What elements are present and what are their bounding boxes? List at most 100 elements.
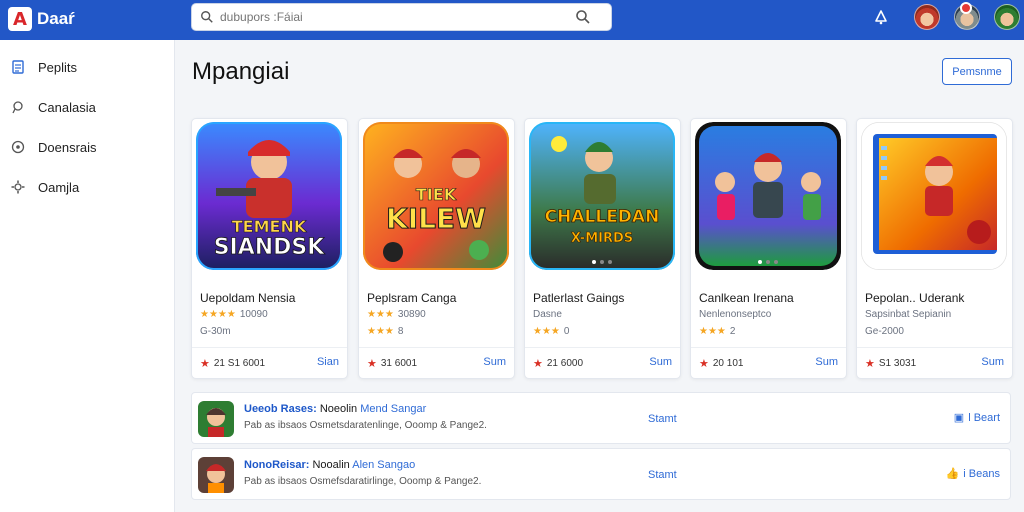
card-action-button[interactable]: Sum xyxy=(483,356,506,368)
globe-icon xyxy=(10,139,26,155)
divider xyxy=(359,347,514,348)
card-footer: ★ 21 S1 6001 xyxy=(200,357,265,370)
list-item-title: NonoReisar: Nooalin Alen Sangao xyxy=(244,459,416,471)
sidebar-item-label: Oamjla xyxy=(38,179,80,195)
bell-icon[interactable] xyxy=(872,8,890,26)
like-count: S1 3031 xyxy=(878,358,917,369)
rating-count: 10090 xyxy=(239,309,268,320)
card-action-button[interactable]: Sum xyxy=(981,356,1004,368)
list-item-link[interactable]: Stamt xyxy=(648,413,677,425)
list-item-title: Ueeob Rases: Noeolin Mend Sangar xyxy=(244,403,427,415)
rating-count: 2 xyxy=(729,326,736,337)
card-action-button[interactable]: Sian xyxy=(317,356,339,368)
save-icon: ▣ xyxy=(953,412,965,424)
sidebar-item-peplits[interactable]: Peplits xyxy=(10,54,160,80)
card-action-button[interactable]: Sum xyxy=(649,356,672,368)
primary-button[interactable]: Pemsnme xyxy=(942,58,1012,85)
card-footer: ★ S1 3031 xyxy=(865,357,916,370)
game-title: Peplsram Canga xyxy=(367,291,457,305)
avatar[interactable] xyxy=(914,4,940,30)
game-meta: Sapsinbat Sepianin xyxy=(865,309,952,320)
game-card[interactable]: TEMENK SIANDSK Uepoldam Nensia ★★★★ 10090… xyxy=(191,118,348,379)
rating-count: 0 xyxy=(563,326,570,337)
rating-count: 30890 xyxy=(397,309,426,320)
rating: ★★★ 0 xyxy=(533,326,569,337)
game-cover-image: TIEK KILEW xyxy=(363,122,509,270)
list-item-button[interactable]: ▣ l Beart xyxy=(953,411,1000,425)
top-actions xyxy=(872,2,1020,32)
gear-icon xyxy=(10,179,26,195)
game-meta: Nenlenonseptco xyxy=(699,309,772,320)
rating: ★★★ 8 xyxy=(367,326,404,337)
cover-text: KILEW xyxy=(386,202,486,235)
search-submit-icon[interactable] xyxy=(575,9,591,25)
list-item-subtitle: Pab as ibsaos Osmetsdaratenlinge, Ooomp … xyxy=(244,420,487,431)
cover-text: CHALLEDAN xyxy=(545,207,660,227)
sidebar-item-canalasia[interactable]: Canalasia xyxy=(10,94,160,120)
divider xyxy=(857,347,1012,348)
search-input[interactable] xyxy=(220,8,550,26)
list-item[interactable]: Ueeob Rases: Noeolin Mend Sangar Pab as … xyxy=(191,392,1011,444)
rating: ★★★ 30890 xyxy=(367,309,426,320)
sidebar-item-doensrais[interactable]: Doensrais xyxy=(10,134,160,160)
game-meta: Ge-2000 xyxy=(865,326,904,337)
game-card[interactable]: Pepolan.. Uderank Sapsinbat Sepianin Ge-… xyxy=(856,118,1013,379)
search-icon xyxy=(201,11,213,23)
card-footer: ★ 20 101 xyxy=(699,357,743,370)
game-title: Uepoldam Nensia xyxy=(200,291,296,305)
game-card[interactable]: TIEK KILEW Peplsram Canga ★★★ 30890 ★★★ 8 … xyxy=(358,118,515,379)
game-card[interactable]: Canlkean Irenana Nenlenonseptco ★★★ 2 ★ 20… xyxy=(690,118,847,379)
star-rating: ★★★ xyxy=(699,326,726,337)
cover-text: X-MIRDS xyxy=(571,231,633,246)
sidebar: Peplits Canalasia Doensrais Oamjla xyxy=(0,40,175,512)
star-icon: ★ xyxy=(699,358,709,370)
card-action-button[interactable]: Sum xyxy=(815,356,838,368)
thumbs-up-icon: 👍 xyxy=(945,468,960,480)
list-item-button[interactable]: 👍 i Beans xyxy=(945,467,1000,481)
game-cover-image: CHALLEDAN X-MIRDS xyxy=(529,122,675,270)
game-card[interactable]: CHALLEDAN X-MIRDS Patlerlast Gaings Dasn… xyxy=(524,118,681,379)
list-thumbnail xyxy=(198,457,234,493)
game-title: Patlerlast Gaings xyxy=(533,291,625,305)
star-icon: ★ xyxy=(533,358,543,370)
divider xyxy=(192,347,347,348)
card-footer: ★ 31 6001 xyxy=(367,357,417,370)
list-item-subtitle: Pab as ibsaos Osmefsdaratirlinge, Ooomp … xyxy=(244,476,482,487)
game-title: Pepolan.. Uderank xyxy=(865,291,965,305)
like-count: 21 6000 xyxy=(546,358,584,369)
like-count: 21 S1 6001 xyxy=(213,358,266,369)
sidebar-item-label: Doensrais xyxy=(38,139,97,155)
star-rating: ★★★ xyxy=(533,326,560,337)
brand[interactable]: A Daaŕ xyxy=(8,6,75,32)
notification-badge xyxy=(960,2,972,14)
like-count: 20 101 xyxy=(712,358,744,369)
star-icon: ★ xyxy=(367,358,377,370)
card-footer: ★ 21 6000 xyxy=(533,357,583,370)
sidebar-item-oamjla[interactable]: Oamjla xyxy=(10,174,160,200)
cover-text: SIANDSK xyxy=(214,235,326,260)
divider xyxy=(691,347,846,348)
list-item-link[interactable]: Stamt xyxy=(648,469,677,481)
list-item[interactable]: NonoReisar: Nooalin Alen Sangao Pab as i… xyxy=(191,448,1011,500)
star-rating: ★★★ xyxy=(367,326,394,337)
game-title: Canlkean Irenana xyxy=(699,291,794,305)
game-cover-image: TEMENK SIANDSK xyxy=(196,122,342,270)
star-rating: ★★★ xyxy=(367,309,394,320)
game-cover-image xyxy=(861,122,1007,270)
rating: ★★★ 2 xyxy=(699,326,735,337)
top-bar: A Daaŕ xyxy=(0,0,1024,40)
page-title: Mpangiai xyxy=(192,58,290,85)
pin-icon xyxy=(10,99,26,115)
like-count: 31 6001 xyxy=(380,358,418,369)
star-rating: ★★★★ xyxy=(200,309,236,320)
brand-logo: A xyxy=(8,7,32,31)
star-icon: ★ xyxy=(200,358,210,370)
list-thumbnail xyxy=(198,401,234,437)
game-meta: Dasne xyxy=(533,309,562,320)
document-icon xyxy=(10,59,26,75)
search-bar[interactable] xyxy=(191,3,612,31)
star-icon: ★ xyxy=(865,358,875,370)
sidebar-item-label: Peplits xyxy=(38,59,78,75)
avatar[interactable] xyxy=(994,4,1020,30)
game-cover-image xyxy=(695,122,841,270)
